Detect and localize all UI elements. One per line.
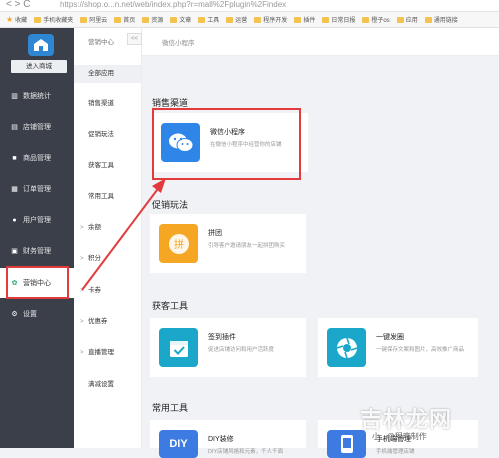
folder-icon (170, 16, 178, 23)
back-icon[interactable]: < > C (6, 0, 30, 10)
folder-icon (424, 16, 432, 23)
sidebar-item-goods[interactable]: ■ 商品管理 (0, 143, 74, 173)
subnav-item-live[interactable]: > 直播管理 (74, 344, 141, 362)
app-name: 签到插件 (208, 334, 236, 341)
app-name: DIY装修 (208, 436, 234, 443)
chevron-right-icon: > (80, 319, 84, 325)
sidebar-item-settings[interactable]: ⚙ 设置 (0, 299, 74, 329)
section-title-tools: 常用工具 (152, 403, 189, 413)
app-card-pintuan[interactable]: 拼 拼团 引导客户邀请朋友一起拼团购买 (150, 214, 306, 273)
folder-icon (114, 16, 122, 23)
folder-icon (294, 16, 302, 23)
folder-icon (322, 16, 330, 23)
finance-icon: ▣ (11, 248, 18, 255)
subnav-item-discount[interactable]: 满减设置 (74, 376, 141, 394)
app-desc: 促进店铺访问和用户活跃度 (208, 347, 275, 353)
app-desc: 一键保存文案和图片，高效推广商品 (376, 347, 465, 353)
app-desc: 引导客户邀请朋友一起拼团购买 (208, 243, 286, 249)
folder-icon (34, 16, 42, 23)
section-title-promo: 促销玩法 (152, 200, 189, 210)
app-desc: DIY店铺风格和元素，千人千面 (208, 449, 284, 455)
star-icon: ★ (6, 15, 14, 24)
folder-icon (226, 16, 234, 23)
subnav-item-coupons[interactable]: > 优惠券 (74, 313, 141, 331)
shop-logo-icon (28, 34, 54, 56)
bookmark-item[interactable]: 阿里云 (80, 15, 107, 24)
bookmark-item[interactable]: 文章 (170, 15, 191, 24)
folder-icon (362, 16, 370, 23)
highlight-box-marketing (6, 266, 69, 299)
subnav-item-sales-channels[interactable]: 销售渠道 (74, 95, 141, 113)
chevron-right-icon: > (80, 350, 84, 356)
shop-icon: ▤ (11, 124, 18, 131)
subnav-item-acquire-tools[interactable]: 获客工具 (74, 157, 141, 175)
settings-icon: ⚙ (11, 311, 18, 318)
folder-icon (198, 16, 206, 23)
app-card-diy[interactable]: DIY DIY装修 DIY店铺风格和元素，千人千面 (150, 420, 306, 458)
folder-icon (80, 16, 88, 23)
highlight-box-wechat (152, 108, 301, 180)
watermark-text: 吉林龙网 (360, 407, 453, 432)
user-icon: ● (12, 216, 17, 224)
sidebar-item-users[interactable]: ● 用户管理 (0, 205, 74, 235)
calendar-check-icon (159, 328, 198, 367)
folder-icon (396, 16, 404, 23)
enter-shop-button[interactable]: 进入商城 (11, 60, 67, 73)
content-topbar: 微信小程序 (142, 28, 499, 56)
order-icon: ▦ (11, 186, 18, 193)
subnav-item-points[interactable]: > 积分 (74, 250, 141, 268)
folder-icon (254, 16, 262, 23)
subnav-item-all-apps[interactable]: 全部应用 (74, 65, 141, 83)
bookmark-item[interactable]: 手机收藏夹 (34, 15, 73, 24)
main-content: 销售渠道 微信小程序 在微信小程序中经营你的店铺 促销玩法 拼 拼团 引导客户邀… (142, 56, 499, 458)
app-name: 拼团 (208, 230, 222, 237)
watermark-subtext: 小...@程序制作 (372, 432, 427, 441)
bookmark-item[interactable]: 程序开发 (254, 15, 287, 24)
main-sidebar: 进入商城 ▥ 数据统计 ▤ 店铺管理 ■ 商品管理 ▦ 订单管理 ● 用户管理 ▣ 财务管理… (0, 28, 74, 448)
bookmark-item[interactable]: 运营 (226, 15, 247, 24)
bookmark-item[interactable]: 日常日报 (322, 15, 355, 24)
url-text[interactable]: https://shop.o...n.net/web/index.php?r=m… (60, 0, 286, 10)
bookmark-item[interactable]: 橙子os (362, 15, 390, 24)
chevron-right-icon: > (80, 288, 84, 294)
goods-icon: ■ (12, 154, 17, 162)
sidebar-item-data-stats[interactable]: ▥ 数据统计 (0, 81, 74, 111)
collapse-button[interactable]: << (127, 33, 142, 45)
sidebar-item-finance[interactable]: ▣ 财务管理 (0, 236, 74, 266)
app-card-checkin[interactable]: 签到插件 促进店铺访问和用户活跃度 (150, 318, 306, 377)
bookmark-item[interactable]: 首页 (114, 15, 135, 24)
chart-icon: ▥ (11, 93, 18, 100)
pintuan-icon: 拼 (159, 224, 198, 263)
subnav-item-balance[interactable]: > 余额 (74, 219, 141, 237)
app-card-moments[interactable]: 一键发圈 一键保存文案和图片，高效推广商品 (318, 318, 478, 377)
subnav-item-promotions[interactable]: 促销玩法 (74, 126, 141, 144)
section-title-acquire: 获客工具 (152, 301, 189, 311)
sub-sidebar: 营销中心 << 全部应用 销售渠道 促销玩法 获客工具 常用工具 > 余额 > 积分… (74, 28, 142, 448)
sidebar-item-orders[interactable]: ▦ 订单管理 (0, 174, 74, 204)
sidebar-item-shop[interactable]: ▤ 店铺管理 (0, 112, 74, 142)
svg-text:拼: 拼 (174, 238, 184, 251)
subnav-item-cards[interactable]: > 卡券 (74, 282, 141, 300)
phone-icon (327, 430, 366, 458)
subnav-item-common-tools[interactable]: 常用工具 (74, 188, 141, 206)
bookmark-item[interactable]: 资源 (142, 15, 163, 24)
bookmark-item[interactable]: 通用链接 (424, 15, 458, 24)
chevron-right-icon: > (80, 256, 84, 262)
chevron-right-icon: > (80, 225, 84, 231)
bookmark-item[interactable]: 应用 (396, 15, 418, 24)
diy-icon: DIY (159, 430, 198, 458)
app-name: 一键发圈 (376, 334, 404, 341)
bookmark-item[interactable]: 收藏 (15, 15, 27, 24)
breadcrumb: 微信小程序 (162, 40, 195, 47)
app-desc: 手机端管理店铺 (376, 449, 415, 455)
bookmark-item[interactable]: 插件 (294, 15, 315, 24)
bookmark-item[interactable]: 工具 (198, 15, 219, 24)
aperture-icon (327, 328, 366, 367)
subnav-title: 营销中心 (88, 39, 114, 46)
browser-address-bar: < > C https://shop.o...n.net/web/index.p… (0, 0, 499, 12)
bookmarks-bar: ★ 收藏 手机收藏夹 阿里云 首页 资源 文章 工具 运营 程序开发 插件 日常… (0, 12, 499, 28)
folder-icon (142, 16, 150, 23)
